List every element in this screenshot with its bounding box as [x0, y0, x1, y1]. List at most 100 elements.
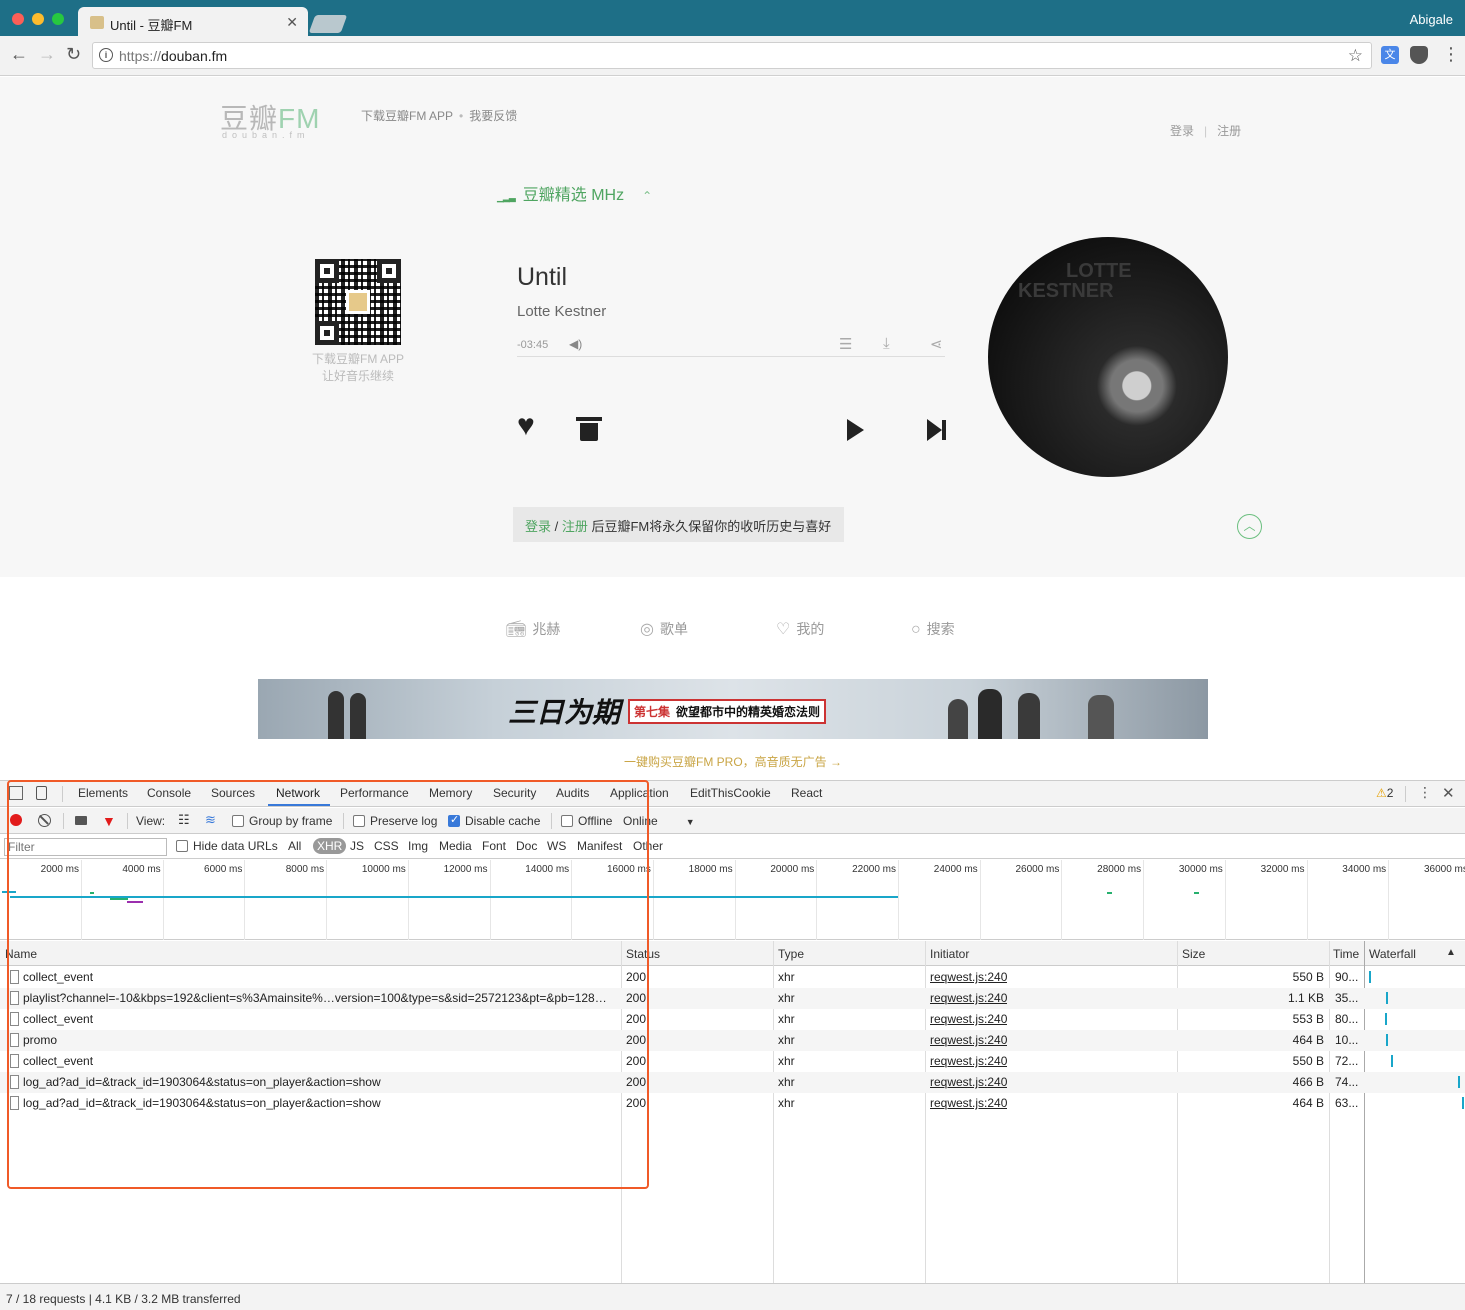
offline-checkbox[interactable]: Offline: [561, 814, 612, 828]
table-row[interactable]: log_ad?ad_id=&track_id=1903064&status=on…: [0, 1093, 1465, 1114]
pro-promo-link[interactable]: 一键购买豆瓣FM PRO，高音质无广告 →: [624, 753, 842, 770]
devtools-close-icon[interactable]: ✕: [1442, 784, 1455, 802]
filter-manifest[interactable]: Manifest: [577, 839, 622, 853]
request-name[interactable]: playlist?channel=-10&kbps=192&client=s%3…: [23, 991, 618, 1005]
tab-memory[interactable]: Memory: [429, 786, 472, 800]
filter-font[interactable]: Font: [482, 839, 506, 853]
timeline-overview[interactable]: 2000 ms 4000 ms 6000 ms 8000 ms 10000 ms 1200…: [0, 860, 1465, 940]
tab-security[interactable]: Security: [493, 786, 536, 800]
zoom-window-button[interactable]: [52, 13, 64, 25]
filter-funnel-icon[interactable]: ▼: [102, 813, 116, 829]
filter-other[interactable]: Other: [633, 839, 663, 853]
channel-selector[interactable]: ▁▂▃ 豆瓣精选 MHz ⌃: [497, 181, 652, 205]
device-toolbar-icon[interactable]: [36, 786, 47, 800]
col-status[interactable]: Status: [626, 947, 660, 961]
login-link[interactable]: 登录: [1170, 124, 1194, 138]
request-initiator-link[interactable]: reqwest.js:240: [930, 1012, 1007, 1026]
translate-extension-icon[interactable]: 文: [1381, 46, 1399, 64]
feedback-link[interactable]: 我要反馈: [469, 109, 517, 123]
request-name[interactable]: log_ad?ad_id=&track_id=1903064&status=on…: [23, 1096, 618, 1110]
tab-audits[interactable]: Audits: [556, 786, 589, 800]
large-rows-icon[interactable]: ☷: [178, 812, 190, 828]
table-row[interactable]: collect_event 200 xhr reqwest.js:240 550 B 90…: [0, 967, 1465, 988]
song-artist[interactable]: Lotte Kestner: [517, 303, 606, 320]
ad-banner[interactable]: 三日为期 第七集 欲望都市中的精英婚恋法则: [258, 679, 1208, 739]
next-track-icon[interactable]: [927, 419, 947, 441]
filter-js[interactable]: JS: [350, 839, 364, 853]
nav-mine[interactable]: ♡ 我的: [776, 619, 824, 639]
request-initiator-link[interactable]: reqwest.js:240: [930, 1096, 1007, 1110]
tab-editthiscookie[interactable]: EditThisCookie: [690, 786, 771, 800]
login-hint-register-link[interactable]: 注册: [562, 519, 588, 534]
request-initiator-link[interactable]: reqwest.js:240: [930, 1075, 1007, 1089]
group-by-frame-checkbox[interactable]: Group by frame: [232, 814, 332, 828]
request-initiator-link[interactable]: reqwest.js:240: [930, 970, 1007, 984]
minimize-window-button[interactable]: [32, 13, 44, 25]
play-icon[interactable]: [847, 419, 864, 441]
close-window-button[interactable]: [12, 13, 24, 25]
table-row[interactable]: collect_event 200 xhr reqwest.js:240 553 B 80…: [0, 1009, 1465, 1030]
col-type[interactable]: Type: [778, 947, 804, 961]
table-row[interactable]: log_ad?ad_id=&track_id=1903064&status=on…: [0, 1072, 1465, 1093]
register-link[interactable]: 注册: [1217, 124, 1241, 138]
filter-input[interactable]: [4, 838, 167, 856]
expand-up-icon[interactable]: ︿: [1237, 514, 1262, 539]
back-icon[interactable]: ←: [10, 44, 28, 65]
share-icon[interactable]: ⋖: [930, 335, 943, 353]
screenshot-camera-icon[interactable]: [75, 816, 87, 825]
filter-css[interactable]: CSS: [374, 839, 399, 853]
tab-application[interactable]: Application: [610, 786, 669, 800]
login-hint-login-link[interactable]: 登录: [525, 519, 551, 534]
filter-xhr[interactable]: XHR: [313, 838, 347, 854]
nav-search[interactable]: ○ 搜索: [911, 619, 955, 639]
download-app-link[interactable]: 下载豆瓣FM APP: [361, 109, 453, 123]
lyrics-icon[interactable]: ☰: [839, 335, 852, 353]
filter-media[interactable]: Media: [439, 839, 472, 853]
warning-counter[interactable]: ⚠2: [1376, 786, 1393, 800]
tab-react[interactable]: React: [791, 786, 822, 800]
request-name[interactable]: collect_event: [23, 1012, 618, 1026]
filter-doc[interactable]: Doc: [516, 839, 537, 853]
preserve-log-checkbox[interactable]: Preserve log: [353, 814, 437, 828]
forward-icon[interactable]: →: [38, 44, 56, 65]
filter-all[interactable]: All: [288, 839, 301, 853]
disable-cache-checkbox[interactable]: Disable cache: [448, 813, 540, 828]
tab-close-icon[interactable]: ✕: [286, 14, 298, 31]
request-name[interactable]: collect_event: [23, 1054, 618, 1068]
pocket-extension-icon[interactable]: [1410, 46, 1428, 64]
nav-playlist[interactable]: ◎ 歌单: [640, 619, 688, 639]
reload-icon[interactable]: ↻: [66, 44, 81, 65]
sort-ascending-icon[interactable]: ▲: [1446, 947, 1456, 958]
hide-data-urls-checkbox[interactable]: Hide data URLs: [176, 839, 278, 853]
throttling-select[interactable]: Online ▼: [623, 814, 695, 828]
nav-mhz[interactable]: 📻︎ 兆赫: [506, 619, 560, 639]
site-info-icon[interactable]: i: [99, 48, 113, 62]
inspect-element-icon[interactable]: [9, 786, 23, 800]
devtools-menu-icon[interactable]: ⋮: [1418, 784, 1432, 801]
request-name[interactable]: promo: [23, 1033, 618, 1047]
request-initiator-link[interactable]: reqwest.js:240: [930, 991, 1007, 1005]
tab-performance[interactable]: Performance: [340, 786, 409, 800]
col-size[interactable]: Size: [1182, 947, 1205, 961]
col-name[interactable]: Name: [5, 947, 37, 961]
tab-console[interactable]: Console: [147, 786, 191, 800]
browser-tab[interactable]: Until - 豆瓣FM ✕: [78, 7, 308, 36]
tab-elements[interactable]: Elements: [78, 786, 128, 800]
col-initiator[interactable]: Initiator: [930, 947, 969, 961]
download-icon[interactable]: ⤓: [883, 335, 890, 352]
chrome-menu-icon[interactable]: ⋮: [1442, 44, 1460, 65]
profile-name[interactable]: Abigale: [1410, 12, 1453, 27]
col-waterfall[interactable]: Waterfall: [1369, 947, 1416, 961]
request-initiator-link[interactable]: reqwest.js:240: [930, 1054, 1007, 1068]
table-row[interactable]: playlist?channel=-10&kbps=192&client=s%3…: [0, 988, 1465, 1009]
tab-network[interactable]: Network: [276, 786, 320, 800]
clear-icon[interactable]: [38, 814, 51, 827]
volume-icon[interactable]: ◀): [569, 337, 582, 351]
request-initiator-link[interactable]: reqwest.js:240: [930, 1033, 1007, 1047]
filter-ws[interactable]: WS: [547, 839, 566, 853]
filter-img[interactable]: Img: [408, 839, 428, 853]
address-bar[interactable]: i https://douban.fm ☆: [92, 42, 1372, 69]
like-heart-icon[interactable]: ♥: [517, 411, 535, 441]
url-text[interactable]: https://douban.fm: [119, 48, 227, 64]
table-row[interactable]: promo 200 xhr reqwest.js:240 464 B 10...: [0, 1030, 1465, 1051]
